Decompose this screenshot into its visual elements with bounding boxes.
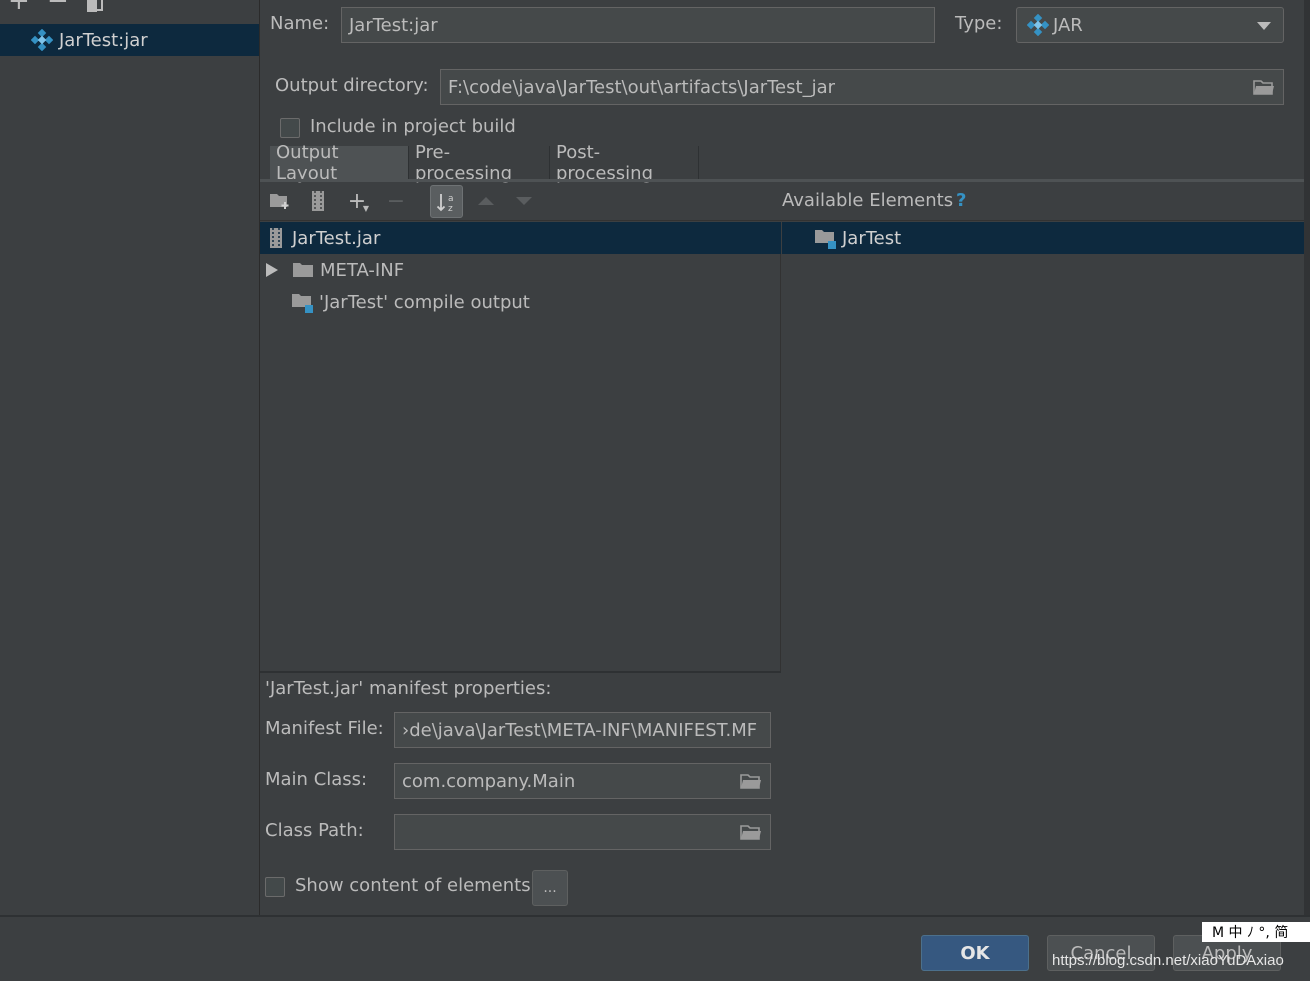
manifest-file-input[interactable]: ›de\java\JarTest\META-INF\MANIFEST.MF: [394, 712, 771, 748]
move-down-icon[interactable]: [512, 189, 536, 213]
sidebar-item-label: JarTest:jar: [59, 29, 148, 51]
available-elements-label: Available Elements: [782, 190, 954, 211]
remove-element-button[interactable]: −: [384, 189, 408, 214]
create-archive-icon[interactable]: [306, 189, 330, 213]
browse-main-class-icon[interactable]: [740, 773, 762, 789]
toolbar-divider: [260, 220, 1310, 221]
ime-indicator[interactable]: M 中 ﾉ °, 简: [1202, 922, 1310, 942]
jar-archive-icon: [268, 227, 284, 249]
chevron-down-icon: [1257, 22, 1271, 30]
remove-artifact-button[interactable]: −: [47, 0, 69, 14]
tree-row-meta-inf[interactable]: META-INF: [260, 254, 781, 286]
tab-underline: [260, 179, 1310, 182]
module-icon: [814, 227, 838, 249]
main-class-value: com.company.Main: [402, 770, 576, 792]
move-up-icon[interactable]: [474, 189, 498, 213]
jar-artifact-icon: [30, 28, 54, 52]
main-class-label: Main Class:: [265, 769, 368, 790]
tree-row-label: META-INF: [320, 259, 405, 281]
tab-pre-processing[interactable]: Pre-processing: [408, 142, 548, 184]
watermark-text: https://blog.csdn.net/xiaoYuDAxiao: [1052, 952, 1284, 969]
tree-row-label: 'JarTest' compile output: [319, 291, 530, 313]
manifest-divider: [260, 671, 781, 673]
class-path-input[interactable]: [394, 814, 771, 850]
output-directory-value: F:\code\java\JarTest\out\artifacts\JarTe…: [448, 76, 835, 98]
copy-icon[interactable]: [86, 0, 104, 12]
tree-row-label: JarTest.jar: [292, 227, 381, 249]
new-directory-icon[interactable]: [268, 189, 292, 213]
manifest-title: 'JarTest.jar' manifest properties:: [265, 678, 552, 699]
show-content-checkbox[interactable]: [265, 877, 285, 897]
class-path-label: Class Path:: [265, 820, 364, 841]
tree-row-jartest-jar[interactable]: JarTest.jar: [260, 222, 781, 254]
browse-folder-icon[interactable]: [1253, 79, 1275, 95]
svg-text:a: a: [448, 194, 454, 204]
available-row-label: JarTest: [842, 227, 902, 249]
show-content-settings-button[interactable]: ...: [532, 870, 568, 906]
add-artifact-button[interactable]: +: [8, 0, 30, 14]
module-output-icon: [291, 291, 315, 313]
type-label: Type:: [955, 13, 1003, 34]
available-row-jartest[interactable]: JarTest: [782, 222, 1304, 254]
folder-icon: [292, 261, 314, 279]
output-directory-label: Output directory:: [275, 75, 429, 96]
ok-button[interactable]: OK: [921, 935, 1029, 971]
help-icon[interactable]: ?: [956, 190, 966, 211]
name-input[interactable]: JarTest:jar: [341, 7, 935, 43]
sidebar-item-jartest-jar[interactable]: JarTest:jar: [0, 24, 259, 56]
expand-arrow-icon[interactable]: [266, 263, 278, 277]
svg-text:z: z: [448, 204, 453, 213]
tree-row-compile-output[interactable]: 'JarTest' compile output: [260, 286, 781, 318]
sort-elements-button[interactable]: az: [430, 185, 463, 218]
include-in-build-label: Include in project build: [310, 116, 516, 137]
output-directory-input[interactable]: F:\code\java\JarTest\out\artifacts\JarTe…: [440, 69, 1284, 105]
sidebar: + − JarTest:jar: [0, 0, 260, 916]
include-in-build-checkbox[interactable]: [280, 118, 300, 138]
type-select-value: JAR: [1053, 14, 1083, 36]
name-label: Name:: [270, 13, 330, 34]
right-edge-strip: [1304, 0, 1310, 916]
jar-type-icon: [1026, 13, 1050, 37]
type-select[interactable]: JAR: [1016, 7, 1284, 43]
main-class-input[interactable]: com.company.Main: [394, 763, 771, 799]
add-copy-of-button[interactable]: + ▼: [345, 189, 369, 214]
manifest-file-label: Manifest File:: [265, 718, 384, 739]
show-content-label: Show content of elements: [295, 875, 531, 896]
tab-post-processing[interactable]: Post-processing: [549, 142, 699, 184]
tab-output-layout[interactable]: Output Layout: [270, 142, 408, 184]
browse-class-path-icon[interactable]: [740, 824, 762, 840]
bottom-divider: [0, 915, 1310, 917]
